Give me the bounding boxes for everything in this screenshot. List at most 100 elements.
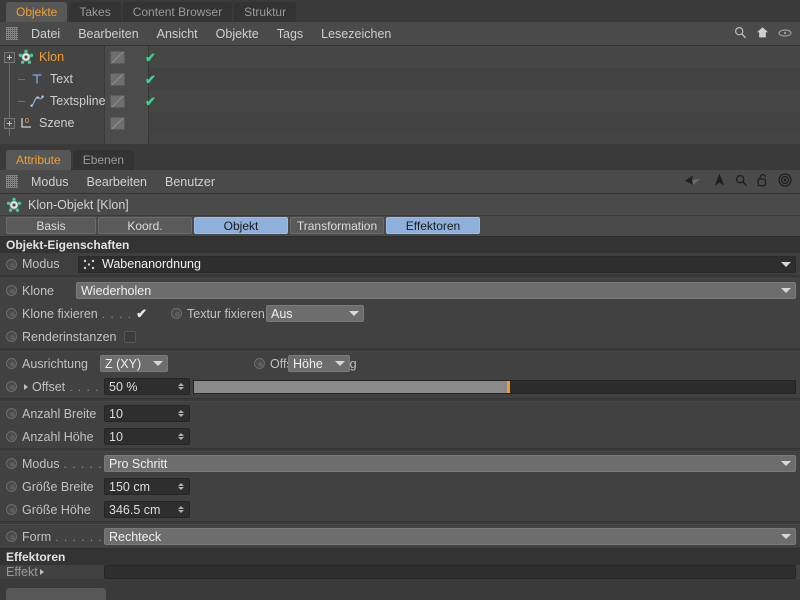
- parameter-dot-icon[interactable]: [6, 308, 17, 319]
- spline-object-icon: [29, 93, 45, 109]
- stepper-icon[interactable]: [176, 410, 185, 417]
- dropdown-textur-fixieren[interactable]: Aus: [266, 305, 364, 322]
- menu-bearbeiten[interactable]: Bearbeiten: [78, 170, 156, 194]
- tree-row-text[interactable]: Text: [0, 68, 73, 90]
- parameter-dot-icon[interactable]: [6, 431, 17, 442]
- lock-open-icon[interactable]: [757, 173, 769, 190]
- dropdown-ausrichtung-value: Z (XY): [105, 357, 141, 371]
- bottom-tab[interactable]: [6, 588, 106, 600]
- menu-objekte[interactable]: Objekte: [207, 22, 268, 46]
- tree-row-label: Text: [50, 72, 73, 86]
- parameter-dot-icon[interactable]: [6, 504, 17, 515]
- dropdown-form-value: Rechteck: [109, 530, 161, 544]
- checkbox-klone-fixieren[interactable]: ✔: [136, 307, 147, 320]
- parameter-dot-icon[interactable]: [6, 259, 17, 270]
- expand-icon-klon[interactable]: [4, 52, 15, 63]
- parameter-dot-icon[interactable]: [6, 381, 17, 392]
- tree-row-klon[interactable]: Klon: [0, 46, 64, 68]
- input-groesse-hoehe[interactable]: 346.5 cm: [104, 501, 190, 518]
- stepper-icon[interactable]: [176, 433, 185, 440]
- page-tab-koord[interactable]: Koord.: [98, 217, 192, 234]
- input-offset[interactable]: 50 %: [104, 378, 190, 395]
- dropdown-modus[interactable]: Wabenanordnung: [78, 256, 796, 273]
- menu-ansicht[interactable]: Ansicht: [148, 22, 207, 46]
- enabled-check-icon[interactable]: ✔: [145, 95, 156, 108]
- parameter-dot-icon[interactable]: [6, 481, 17, 492]
- slider-offset[interactable]: [193, 380, 796, 394]
- object-manager-tabstrip: Objekte Takes Content Browser Struktur: [0, 0, 800, 22]
- tab-content-browser[interactable]: Content Browser: [123, 2, 232, 22]
- panel-gripper-icon[interactable]: [6, 175, 18, 188]
- dropdown-modus2[interactable]: Pro Schritt: [104, 455, 796, 472]
- attribute-manager-panel: Attribute Ebenen Modus Bearbeiten Benutz…: [0, 148, 800, 600]
- menu-modus[interactable]: Modus: [22, 170, 78, 194]
- dropdown-klone[interactable]: Wiederholen: [76, 282, 796, 299]
- home-icon[interactable]: [756, 26, 769, 42]
- input-groesse-breite[interactable]: 150 cm: [104, 478, 190, 495]
- expand-arrow-icon[interactable]: [40, 569, 44, 575]
- eye-icon[interactable]: [778, 27, 792, 41]
- input-anzahl-hoehe[interactable]: 10: [104, 428, 190, 445]
- search-icon[interactable]: [735, 174, 748, 190]
- slider-offset-handle[interactable]: [507, 381, 510, 393]
- object-manager-toolbar: [734, 26, 800, 42]
- stepper-icon[interactable]: [176, 483, 185, 490]
- tree-row-szene[interactable]: 0 Szene: [0, 112, 74, 134]
- page-tab-transformation[interactable]: Transformation: [290, 217, 384, 234]
- page-tab-basis[interactable]: Basis: [6, 217, 96, 234]
- menu-lesezeichen[interactable]: Lesezeichen: [312, 22, 400, 46]
- chevron-down-icon: [781, 262, 791, 267]
- menu-benutzer[interactable]: Benutzer: [156, 170, 224, 194]
- row-renderinstanzen: Renderinstanzen: [0, 325, 800, 348]
- input-anzahl-breite[interactable]: 10: [104, 405, 190, 422]
- dropdown-form[interactable]: Rechteck: [104, 528, 796, 545]
- expand-arrow-icon[interactable]: [24, 384, 28, 390]
- parameter-dot-icon[interactable]: [6, 408, 17, 419]
- expand-icon-szene[interactable]: [4, 118, 15, 129]
- label-textur-fixieren: Textur fixieren: [187, 307, 265, 321]
- parameter-dot-icon[interactable]: [6, 285, 17, 296]
- back-arrow-icon[interactable]: [684, 174, 704, 190]
- material-tag-icon[interactable]: [110, 117, 125, 130]
- search-icon[interactable]: [734, 26, 747, 42]
- tree-stripe: [149, 112, 800, 134]
- checkbox-renderinstanzen[interactable]: [124, 331, 136, 343]
- parameter-dot-icon[interactable]: [6, 358, 17, 369]
- up-arrow-icon[interactable]: [713, 173, 726, 190]
- parameter-dot-icon[interactable]: [6, 458, 17, 469]
- material-tag-icon[interactable]: [110, 51, 125, 64]
- panel-gripper-icon[interactable]: [6, 27, 18, 40]
- tab-attribute[interactable]: Attribute: [6, 150, 71, 170]
- parameter-dot-icon[interactable]: [6, 331, 17, 342]
- parameter-dot-icon[interactable]: [254, 358, 265, 369]
- dropdown-offset-richtung[interactable]: Höhe: [288, 355, 350, 372]
- page-tab-effektoren[interactable]: Effektoren: [386, 217, 480, 234]
- tab-takes[interactable]: Takes: [69, 2, 120, 22]
- object-tree: Klon ✔ Text ✔: [0, 46, 800, 144]
- parameter-dot-icon[interactable]: [171, 308, 182, 319]
- row-anzahl-hoehe: Anzahl Höhe 10: [0, 425, 800, 448]
- menu-bearbeiten[interactable]: Bearbeiten: [69, 22, 147, 46]
- enabled-check-icon[interactable]: ✔: [145, 51, 156, 64]
- tab-ebenen[interactable]: Ebenen: [73, 150, 134, 170]
- stepper-icon[interactable]: [176, 506, 185, 513]
- label-modus: Modus: [22, 257, 74, 271]
- target-icon[interactable]: [778, 173, 792, 190]
- tree-row-textspline[interactable]: Textspline: [0, 90, 106, 112]
- dropdown-ausrichtung[interactable]: Z (XY): [100, 355, 168, 372]
- menu-tags[interactable]: Tags: [268, 22, 312, 46]
- stepper-icon[interactable]: [176, 383, 185, 390]
- material-tag-icon[interactable]: [110, 95, 125, 108]
- row-form: Form . . . . . . . . Rechteck: [0, 525, 800, 548]
- slider-offset-fill: [194, 381, 507, 393]
- bottom-tabstrip: [0, 588, 800, 600]
- page-tab-objekt[interactable]: Objekt: [194, 217, 288, 234]
- enabled-check-icon[interactable]: ✔: [145, 73, 156, 86]
- parameter-dot-icon[interactable]: [6, 531, 17, 542]
- material-tag-icon[interactable]: [110, 73, 125, 86]
- menu-datei[interactable]: Datei: [22, 22, 69, 46]
- attribute-page-tabs: Basis Koord. Objekt Transformation Effek…: [0, 216, 800, 236]
- tab-objekte[interactable]: Objekte: [6, 2, 67, 22]
- input-effektor[interactable]: [104, 565, 796, 579]
- tab-struktur[interactable]: Struktur: [234, 2, 296, 22]
